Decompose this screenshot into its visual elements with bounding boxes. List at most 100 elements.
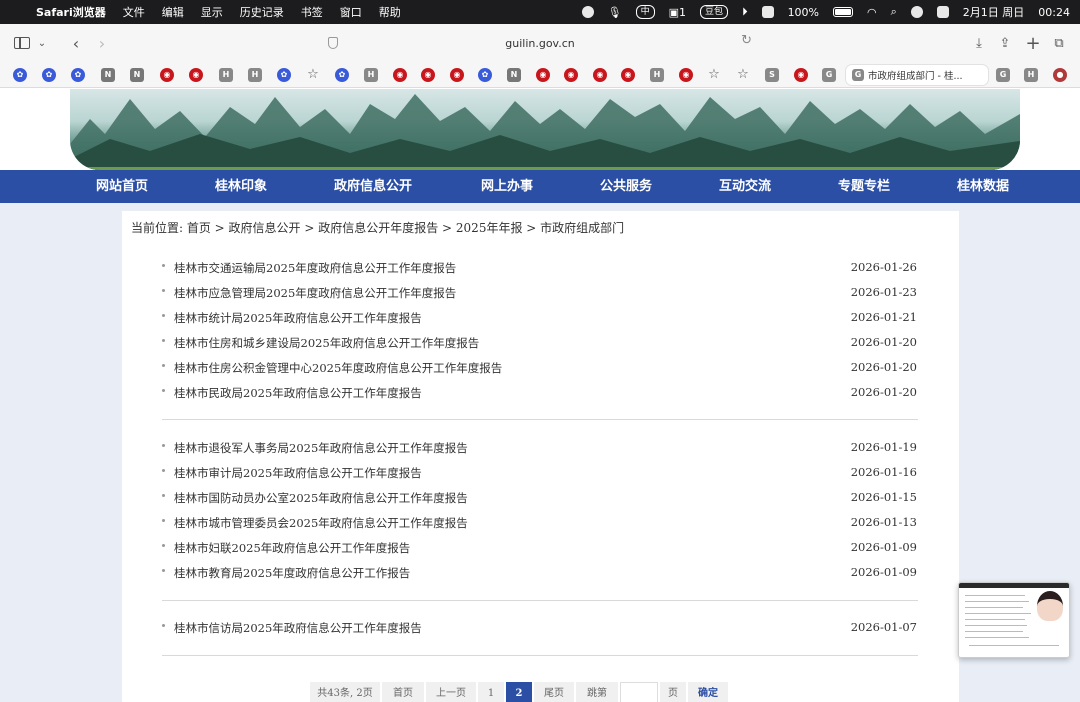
gov-emblem-icon[interactable]: ◉: [536, 68, 550, 82]
baidu-paw-icon[interactable]: ✿: [335, 68, 349, 82]
page-number-input[interactable]: [620, 682, 658, 702]
n-site-icon[interactable]: N: [130, 68, 144, 82]
list-item[interactable]: 桂林市统计局2025年政府信息公开工作年度报告 2026-01-21: [162, 308, 918, 328]
active-tab[interactable]: G 市政府组成部门 - 桂...: [846, 65, 988, 85]
page-2-button[interactable]: 2: [506, 682, 532, 702]
share-icon[interactable]: ⇪: [996, 24, 1014, 62]
list-item[interactable]: 桂林市退役军人事务局2025年政府信息公开工作年度报告 2026-01-19: [162, 438, 918, 458]
site-icon[interactable]: ●: [1053, 68, 1067, 82]
s-site-icon[interactable]: S: [765, 68, 779, 82]
n-site-icon[interactable]: N: [507, 68, 521, 82]
report-title[interactable]: 桂林市信访局2025年政府信息公开工作年度报告: [174, 620, 422, 636]
nav-online-services[interactable]: 网上办事: [481, 170, 533, 203]
doubao-badge[interactable]: 豆包: [700, 5, 729, 19]
list-item[interactable]: 桂林市城市管理委员会2025年政府信息公开工作年度报告 2026-01-13: [162, 513, 918, 533]
gov-emblem-icon[interactable]: ◉: [189, 68, 203, 82]
report-title[interactable]: 桂林市退役军人事务局2025年政府信息公开工作年度报告: [174, 440, 468, 456]
report-title[interactable]: 桂林市民政局2025年政府信息公开工作年度报告: [174, 385, 422, 401]
list-item[interactable]: 桂林市妇联2025年政府信息公开工作年度报告 2026-01-09: [162, 538, 918, 558]
confirm-button[interactable]: 确定: [688, 682, 728, 702]
nav-public-services[interactable]: 公共服务: [600, 170, 652, 203]
baidu-paw-icon[interactable]: ✿: [277, 68, 291, 82]
star-icon[interactable]: ☆: [736, 68, 750, 82]
menu-window[interactable]: 窗口: [340, 4, 362, 20]
report-title[interactable]: 桂林市住房公积金管理中心2025年度政府信息公开工作年度报告: [174, 360, 502, 376]
nav-guilin-data[interactable]: 桂林数据: [957, 170, 1009, 203]
page-1-button[interactable]: 1: [478, 682, 504, 702]
screenshot-thumbnail-preview[interactable]: [958, 582, 1070, 658]
report-title[interactable]: 桂林市教育局2025年度政府信息公开工作报告: [174, 565, 410, 581]
h-site-icon[interactable]: H: [248, 68, 262, 82]
list-item[interactable]: 桂林市民政局2025年政府信息公开工作年度报告 2026-01-20: [162, 383, 918, 403]
report-title[interactable]: 桂林市统计局2025年政府信息公开工作年度报告: [174, 310, 422, 326]
h-site-icon[interactable]: H: [364, 68, 378, 82]
breadcrumb[interactable]: 当前位置: 首页 > 政府信息公开 > 政府信息公开年度报告 > 2025年年报…: [131, 219, 624, 236]
menu-date[interactable]: 2月1日 周日: [963, 4, 1025, 20]
gov-emblem-icon[interactable]: ◉: [564, 68, 578, 82]
list-item[interactable]: 桂林市应急管理局2025年度政府信息公开工作年度报告 2026-01-23: [162, 283, 918, 303]
last-page-button[interactable]: 尾页: [534, 682, 574, 702]
download-icon[interactable]: ⤓: [970, 24, 988, 62]
gov-emblem-icon[interactable]: ◉: [421, 68, 435, 82]
sidebar-toggle-icon[interactable]: [14, 37, 30, 49]
g-site-icon[interactable]: G: [822, 68, 836, 82]
menu-app-name[interactable]: Safari浏览器: [36, 4, 106, 20]
gov-emblem-icon[interactable]: ◉: [621, 68, 635, 82]
list-item[interactable]: 桂林市国防动员办公室2025年政府信息公开工作年度报告 2026-01-15: [162, 488, 918, 508]
tab-overview-icon[interactable]: ⧉: [1050, 24, 1068, 62]
report-title[interactable]: 桂林市城市管理委员会2025年政府信息公开工作年度报告: [174, 515, 468, 531]
sidebar-chevron-down-icon[interactable]: ⌄: [36, 24, 48, 62]
report-title[interactable]: 桂林市审计局2025年政府信息公开工作年度报告: [174, 465, 422, 481]
gov-emblem-icon[interactable]: ◉: [450, 68, 464, 82]
microphone-icon[interactable]: 🎙: [608, 6, 622, 19]
nav-gov-info-disclosure[interactable]: 政府信息公开: [334, 170, 412, 203]
gov-emblem-icon[interactable]: ◉: [393, 68, 407, 82]
list-item[interactable]: 桂林市住房和城乡建设局2025年政府信息公开工作年度报告 2026-01-20: [162, 333, 918, 353]
assistant-avatar-icon[interactable]: [1037, 591, 1063, 621]
play-icon[interactable]: ⏵: [742, 5, 748, 19]
baidu-paw-icon[interactable]: ✿: [478, 68, 492, 82]
h-site-icon[interactable]: H: [1024, 68, 1038, 82]
control-center-icon[interactable]: [936, 6, 949, 18]
privacy-shield-icon[interactable]: [328, 37, 338, 49]
menu-help[interactable]: 帮助: [379, 4, 401, 20]
n-site-icon[interactable]: N: [101, 68, 115, 82]
gov-emblem-icon[interactable]: ◉: [593, 68, 607, 82]
list-item[interactable]: 桂林市信访局2025年政府信息公开工作年度报告 2026-01-07: [162, 618, 918, 638]
star-icon[interactable]: ☆: [707, 68, 721, 82]
report-title[interactable]: 桂林市应急管理局2025年度政府信息公开工作年度报告: [174, 285, 456, 301]
list-item[interactable]: 桂林市教育局2025年度政府信息公开工作报告 2026-01-09: [162, 563, 918, 583]
back-arrow-icon[interactable]: ‹: [68, 24, 84, 62]
record-icon[interactable]: [581, 6, 594, 18]
menu-edit[interactable]: 编辑: [162, 4, 184, 20]
gov-emblem-icon[interactable]: ◉: [794, 68, 808, 82]
baidu-paw-icon[interactable]: ✿: [42, 68, 56, 82]
report-title[interactable]: 桂林市妇联2025年政府信息公开工作年度报告: [174, 540, 410, 556]
gov-emblem-icon[interactable]: ◉: [160, 68, 174, 82]
search-icon[interactable]: ⌕: [891, 5, 897, 19]
input-method-indicator[interactable]: 中: [635, 5, 655, 19]
gov-emblem-icon[interactable]: ◉: [679, 68, 693, 82]
g-site-icon[interactable]: G: [996, 68, 1010, 82]
forward-arrow-icon[interactable]: ›: [94, 24, 110, 62]
nav-interaction[interactable]: 互动交流: [719, 170, 771, 203]
baidu-paw-icon[interactable]: ✿: [13, 68, 27, 82]
report-title[interactable]: 桂林市交通运输局2025年度政府信息公开工作年度报告: [174, 260, 456, 276]
siri-icon[interactable]: [910, 6, 923, 18]
menu-time[interactable]: 00:24: [1038, 6, 1070, 19]
reload-icon[interactable]: ↻: [741, 33, 752, 48]
address-bar[interactable]: guilin.gov.cn ↻: [320, 30, 760, 56]
nav-special-topics[interactable]: 专题专栏: [838, 170, 890, 203]
menu-view[interactable]: 显示: [201, 4, 223, 20]
s-app-icon[interactable]: [761, 6, 774, 18]
menu-file[interactable]: 文件: [123, 4, 145, 20]
h-site-icon[interactable]: H: [219, 68, 233, 82]
wifi-icon[interactable]: ◠: [867, 6, 877, 19]
menu-history[interactable]: 历史记录: [240, 4, 284, 20]
new-tab-plus-icon[interactable]: +: [1024, 24, 1042, 62]
first-page-button[interactable]: 首页: [382, 682, 424, 702]
h-site-icon[interactable]: H: [650, 68, 664, 82]
battery-icon[interactable]: [833, 7, 854, 17]
nav-home[interactable]: 网站首页: [96, 170, 148, 203]
menu-bookmarks[interactable]: 书签: [301, 4, 323, 20]
